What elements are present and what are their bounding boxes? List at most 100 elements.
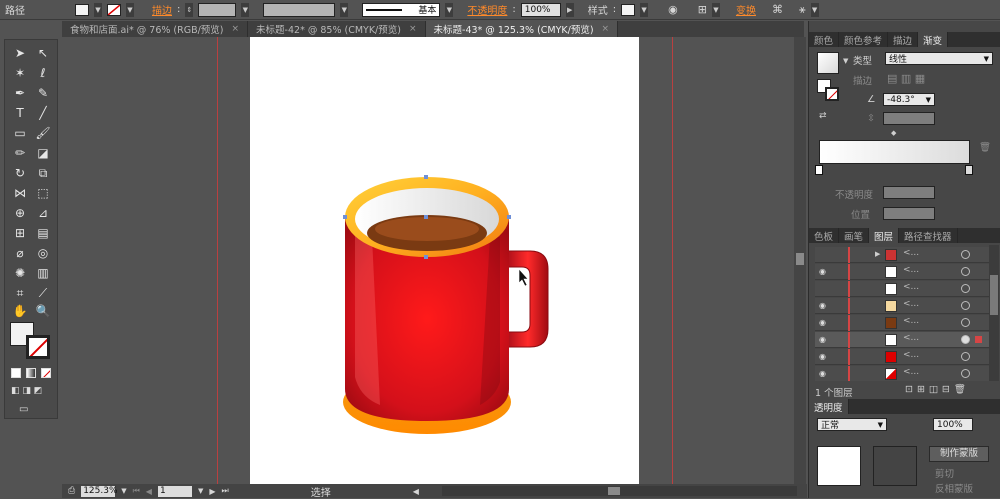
zoom-field[interactable]: 125.3%	[81, 485, 118, 497]
close-icon[interactable]: ×	[602, 24, 610, 34]
tab-pathfinder[interactable]: 路径查找器	[899, 228, 958, 243]
style-arrow[interactable]: ▼	[640, 2, 649, 17]
options-arrow[interactable]: ▼	[810, 2, 819, 17]
layer-footer-icons[interactable]: ⊡⊞◫⊟🗑	[905, 384, 970, 395]
prev-artboard-icon[interactable]: ◀	[146, 487, 152, 496]
curvature-icon[interactable]: ✎	[33, 84, 53, 102]
aspect-ratio-field[interactable]	[883, 112, 935, 125]
brush-arrow[interactable]: ▼	[445, 2, 454, 17]
style-swatch[interactable]	[621, 3, 636, 16]
mode-none-icon[interactable]	[41, 368, 51, 378]
paintbrush-icon[interactable]: 🖌	[33, 124, 53, 142]
brush-definition[interactable]: 基本	[362, 2, 441, 17]
tab-gradient[interactable]: 渐变	[918, 32, 949, 47]
stroke-color-box[interactable]	[26, 335, 50, 359]
tab-untitled-42[interactable]: 未标题-42* @ 85% (CMYK/预览) ×	[248, 21, 426, 37]
opacity-link[interactable]: 不透明度	[467, 2, 507, 17]
make-mask-button[interactable]: 制作蒙版	[929, 446, 989, 462]
options-icon[interactable]: ⚹	[799, 3, 806, 17]
screen-mode-icon[interactable]: ▭	[19, 404, 39, 415]
pen-tool-icon[interactable]: ✒	[10, 84, 30, 102]
variable-width-field[interactable]	[263, 2, 336, 17]
slice-tool-icon[interactable]: ⟋	[33, 284, 53, 302]
scroll-thumb[interactable]	[796, 253, 804, 265]
layer-row[interactable]: ◉ <...	[815, 332, 993, 348]
fill-swatch[interactable]	[75, 3, 89, 16]
layer-row[interactable]: ▶ <...	[815, 247, 993, 263]
tab-layers[interactable]: 图层	[869, 228, 900, 243]
delete-stop-icon[interactable]: 🗑	[979, 142, 991, 153]
eye-icon[interactable]: ◉	[819, 336, 829, 344]
document-icon[interactable]: ⎙	[68, 486, 75, 496]
tab-food-store[interactable]: 食物和店面.ai* @ 76% (RGB/预览) ×	[62, 21, 249, 37]
artboard-number-field[interactable]: 1	[157, 485, 192, 497]
layer-row[interactable]: ◉ <...	[815, 315, 993, 331]
gradient-slider[interactable]	[819, 140, 970, 164]
shape-builder-icon[interactable]: ⊕	[10, 204, 30, 222]
artboard-dropdown-icon[interactable]: ▼	[198, 487, 203, 495]
transform-link[interactable]: 变换	[736, 2, 756, 17]
eye-icon[interactable]: ◉	[819, 353, 829, 361]
magic-wand-icon[interactable]: ✶	[10, 64, 30, 82]
gradient-tool-icon[interactable]: ▤	[33, 224, 53, 242]
isolate-icon[interactable]: ⌘	[772, 3, 783, 16]
layer-row[interactable]: ◉ <...	[815, 349, 993, 365]
align-arrow[interactable]: ▼	[711, 2, 720, 17]
perspective-grid-icon[interactable]: ⊿	[33, 204, 53, 222]
gradient-type-select[interactable]: 线性 ▼	[885, 52, 993, 65]
line-tool-icon[interactable]: ╱	[33, 104, 53, 122]
last-artboard-icon[interactable]: ⏭	[222, 486, 229, 496]
color-stop-right[interactable]	[965, 165, 973, 175]
stroke-gradient-icons[interactable]: ▤ ▥ ▦	[887, 72, 925, 85]
width-tool-icon[interactable]: ⋈	[10, 184, 30, 202]
stop-position-field[interactable]	[883, 207, 935, 220]
hand-tool-icon[interactable]: ✋	[10, 302, 30, 320]
scroll-left-icon[interactable]: ◀	[413, 487, 419, 496]
graph-tool-icon[interactable]: ▥	[33, 264, 53, 282]
selection-tool-icon[interactable]: ➤	[10, 44, 30, 62]
lasso-icon[interactable]: ℓ	[33, 64, 53, 82]
tab-untitled-43[interactable]: 未标题-43* @ 125.3% (CMYK/预览) ×	[425, 21, 619, 37]
stop-opacity-field[interactable]	[883, 186, 935, 199]
blend-tool-icon[interactable]: ◎	[33, 244, 53, 262]
tab-color[interactable]: 颜色	[809, 32, 840, 47]
eyedropper-icon[interactable]: ⌀	[10, 244, 30, 262]
fill-dropdown-arrow[interactable]: ▼	[94, 2, 102, 17]
symbol-sprayer-icon[interactable]: ✺	[10, 264, 30, 282]
tab-stroke[interactable]: 描边	[888, 32, 919, 47]
eye-icon[interactable]: ◉	[819, 370, 829, 378]
layer-row[interactable]: <...	[815, 281, 993, 297]
clip-checkbox-label[interactable]: 剪切	[935, 466, 954, 480]
layers-scrollbar[interactable]	[989, 245, 999, 381]
reverse-gradient-icon[interactable]: ⇄	[819, 111, 827, 121]
stroke-weight-arrow[interactable]: ▼	[241, 2, 250, 17]
gradient-swatch-arrow[interactable]: ▼	[843, 57, 848, 65]
stroke-weight-stepper[interactable]: ⇕	[185, 2, 194, 17]
vertical-scrollbar[interactable]	[794, 37, 806, 484]
align-icon[interactable]: ⊞	[698, 3, 707, 16]
horizontal-scrollbar[interactable]	[442, 486, 797, 496]
recolor-icon[interactable]: ◉	[668, 3, 678, 16]
stroke-dropdown-arrow[interactable]: ▼	[126, 2, 134, 17]
eye-icon[interactable]: ◉	[819, 268, 829, 276]
invert-mask-checkbox-label[interactable]: 反相蒙版	[935, 481, 973, 495]
scale-icon[interactable]: ⧉	[33, 164, 53, 182]
tab-color-guide[interactable]: 颜色参考	[839, 32, 889, 47]
free-transform-icon[interactable]: ⬚	[33, 184, 53, 202]
blend-mode-select[interactable]: 正常 ▼	[817, 418, 887, 431]
pencil-icon[interactable]: ✏	[10, 144, 30, 162]
layer-row[interactable]: ◉ <...	[815, 264, 993, 280]
type-tool-icon[interactable]: T	[10, 104, 30, 122]
variable-width-arrow[interactable]: ▼	[340, 2, 349, 17]
gradient-swatch[interactable]	[817, 52, 839, 74]
artboard-tool-icon[interactable]: ⌗	[10, 284, 30, 302]
tab-swatches[interactable]: 色板	[809, 228, 840, 243]
canvas[interactable]	[62, 37, 792, 484]
color-stop-left[interactable]	[815, 165, 823, 175]
eye-icon[interactable]: ◉	[819, 302, 829, 310]
tab-brushes[interactable]: 画笔	[839, 228, 870, 243]
draw-mode-icon[interactable]: ◧ ◨ ◩	[11, 386, 51, 396]
mode-normal-icon[interactable]	[11, 368, 21, 378]
next-artboard-icon[interactable]: ▶	[209, 487, 215, 496]
first-artboard-icon[interactable]: ⏮	[133, 486, 140, 496]
